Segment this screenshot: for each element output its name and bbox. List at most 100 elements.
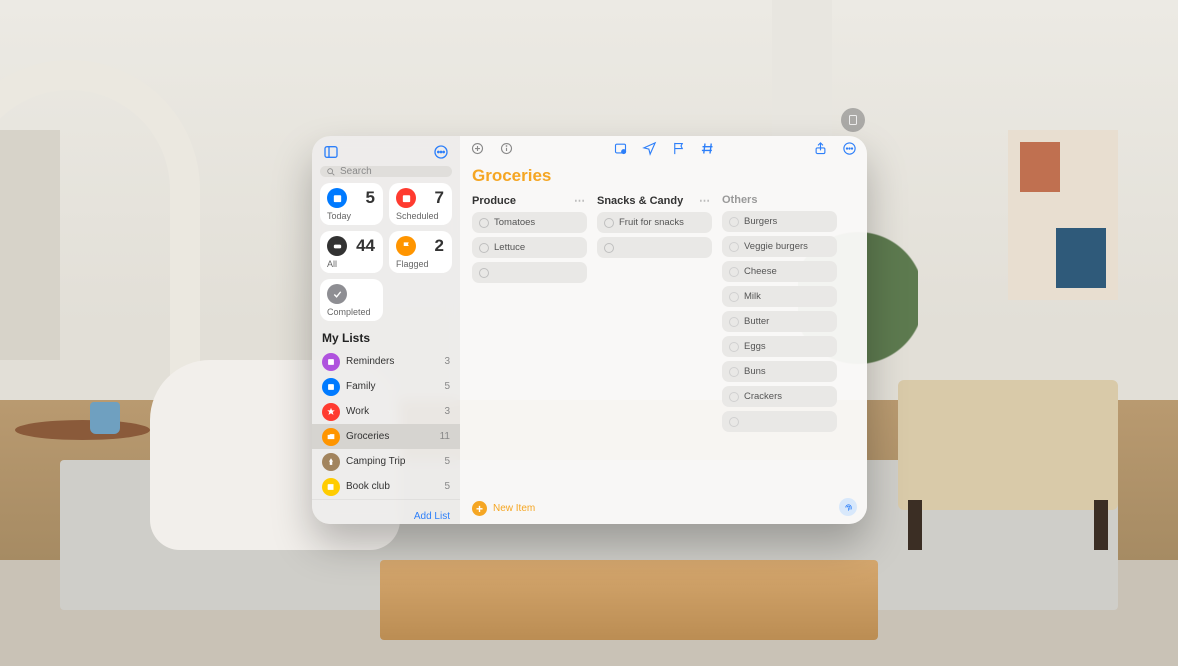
new-item-label: New Item [493,503,535,514]
smart-today[interactable]: 5 Today [320,183,383,225]
search-input[interactable]: Search [320,166,452,177]
new-item-button[interactable]: + New Item [472,501,535,516]
checkbox[interactable] [729,342,739,352]
list-icon [322,428,340,446]
location-icon[interactable] [642,141,657,161]
fingerprint-icon[interactable] [839,498,857,516]
info-icon[interactable] [499,141,514,161]
reminder-item[interactable] [597,237,712,258]
new-reminder-icon[interactable] [470,141,485,161]
calendar-icon [396,188,416,208]
reminder-text: Tomatoes [494,217,535,228]
checkbox[interactable] [729,267,739,277]
list-count: 5 [444,456,450,467]
section-title: Others [722,194,757,206]
checkbox[interactable] [729,367,739,377]
checkbox[interactable] [729,242,739,252]
section-title: Snacks & Candy [597,195,683,207]
sidebar-list-camping-trip[interactable]: Camping Trip 5 [312,449,460,474]
reminder-text: Buns [744,366,766,377]
section-more-icon[interactable]: ⋯ [573,194,587,207]
reminder-text: Butter [744,316,769,327]
reminder-text: Milk [744,291,761,302]
sidebar-more-icon[interactable] [432,143,450,161]
list-name: Camping Trip [346,456,438,467]
reminder-item[interactable]: Tomatoes [472,212,587,233]
sidebar-list-family[interactable]: Family 5 [312,374,460,399]
checkbox[interactable] [729,217,739,227]
reminder-item[interactable] [722,411,837,432]
smart-today-label: Today [327,211,351,221]
reminder-item[interactable]: Veggie burgers [722,236,837,257]
reminder-item[interactable]: Cheese [722,261,837,282]
checkbox[interactable] [729,317,739,327]
section-others: Others Burgers Veggie burgers Cheese Milk But… [722,194,837,436]
section-more-icon[interactable]: ⋯ [698,194,712,207]
date-icon[interactable] [613,141,628,161]
smart-flagged[interactable]: 2 Flagged [389,231,452,273]
smart-scheduled[interactable]: 7 Scheduled [389,183,452,225]
checkbox[interactable] [604,243,614,253]
list-count: 3 [444,406,450,417]
checkbox[interactable] [479,268,489,278]
reminder-item[interactable] [472,262,587,283]
reminder-item[interactable]: Buns [722,361,837,382]
section-produce: Produce ⋯ Tomatoes Lettuce [472,194,587,287]
smart-today-count: 5 [366,188,375,208]
checkbox[interactable] [479,218,489,228]
tag-icon[interactable] [700,141,715,161]
checkbox[interactable] [729,417,739,427]
calendar-today-icon [327,188,347,208]
reminders-window: Search 5 Today 7 Scheduled 44 All 2 Flag [312,136,867,524]
flag-icon [396,236,416,256]
reminder-item[interactable]: Burgers [722,211,837,232]
reminder-item[interactable]: Butter [722,311,837,332]
checkbox[interactable] [604,218,614,228]
section-title: Produce [472,195,516,207]
reminder-item[interactable]: Eggs [722,336,837,357]
toolbar [460,136,867,160]
my-lists-header: My Lists [312,321,460,349]
sidebar-list-reminders[interactable]: Reminders3 [312,349,460,374]
section-header[interactable]: Others [722,194,837,206]
checkbox[interactable] [729,292,739,302]
sidebar-toggle-icon[interactable] [322,143,340,161]
list-count: 5 [444,381,450,392]
checkbox[interactable] [479,243,489,253]
reminder-item[interactable]: Lettuce [472,237,587,258]
list-name: Book club [346,481,438,492]
share-icon[interactable] [813,141,828,161]
checkbox[interactable] [729,392,739,402]
list-icon [322,478,340,496]
section-header[interactable]: Snacks & Candy ⋯ [597,194,712,207]
smart-scheduled-count: 7 [435,188,444,208]
reminder-text: Burgers [744,216,777,227]
sidebar-list-groceries[interactable]: Groceries11 [312,424,460,449]
room-widget-button[interactable] [841,108,865,132]
checkmark-icon [327,284,347,304]
sidebar: Search 5 Today 7 Scheduled 44 All 2 Flag [312,136,460,524]
list-count: 5 [444,481,450,492]
smart-completed-label: Completed [327,307,371,317]
smart-all-count: 44 [356,236,375,256]
add-list-button[interactable]: Add List [414,511,450,522]
smart-flagged-label: Flagged [396,259,429,269]
list-icon [322,453,340,471]
smart-completed[interactable]: Completed [320,279,383,321]
smart-all[interactable]: 44 All [320,231,383,273]
list-icon [322,378,340,396]
reminder-text: Crackers [744,391,782,402]
sidebar-list-book-club[interactable]: Book club 5 [312,474,460,499]
reminder-item[interactable]: Fruit for snacks [597,212,712,233]
list-icon [322,403,340,421]
list-name: Family [346,381,438,392]
reminder-text: Eggs [744,341,766,352]
content-more-icon[interactable] [842,141,857,161]
reminder-item[interactable]: Crackers [722,386,837,407]
section-header[interactable]: Produce ⋯ [472,194,587,207]
reminder-item[interactable]: Milk [722,286,837,307]
flag-toolbar-icon[interactable] [671,141,686,161]
list-count: 3 [444,356,450,367]
list-title: Groceries [460,160,867,194]
sidebar-list-work[interactable]: Work3 [312,399,460,424]
